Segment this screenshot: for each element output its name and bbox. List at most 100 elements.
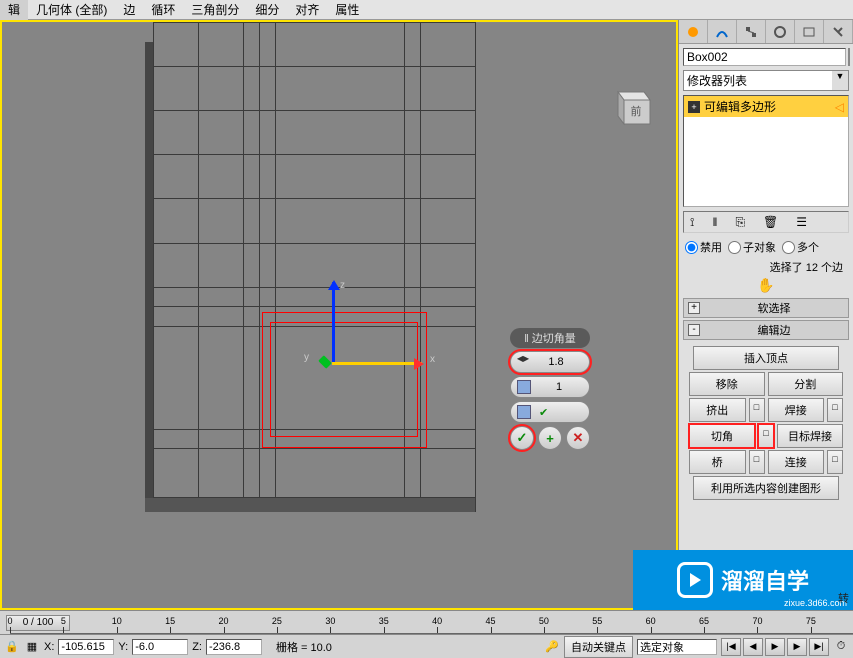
chamfer-segments-field[interactable]: 1: [510, 376, 590, 398]
object-color-swatch[interactable]: [848, 48, 850, 66]
insert-vertex-button[interactable]: 插入顶点: [693, 346, 839, 370]
bridge-settings-button[interactable]: □: [749, 450, 765, 474]
object-name-input[interactable]: [683, 48, 846, 66]
status-bar: 🔒 ▦ X: Y: Z: 栅格 = 10.0 🔑 自动关键点 |◀ ◀ ▶ ▶ …: [0, 634, 853, 658]
menu-triangulate[interactable]: 三角剖分: [183, 0, 247, 20]
rollout-soft-selection[interactable]: + 软选择: [683, 298, 849, 318]
timeline-ruler[interactable]: 051015202530354045505560657075: [10, 612, 853, 634]
command-panel: 修改器列表 ▼ + 可编辑多边形 ◁ ⟟ ‖ ⎘ 🗑 ☰ 禁用 子对象 多个 选…: [678, 20, 853, 610]
extrude-settings-button[interactable]: □: [749, 398, 765, 422]
menu-geometry[interactable]: 几何体 (全部): [28, 0, 115, 20]
stack-item-label: 可编辑多边形: [704, 98, 776, 115]
menu-subdivide[interactable]: 细分: [247, 0, 287, 20]
command-panel-tabs: [679, 20, 853, 44]
weld-button[interactable]: 焊接: [768, 398, 825, 422]
z-label: Z:: [192, 641, 202, 653]
key-icon[interactable]: 🔑: [544, 639, 560, 655]
view-cube[interactable]: 前: [606, 80, 656, 130]
next-frame-button[interactable]: ▶: [787, 638, 807, 656]
selection-lock-icon[interactable]: ▦: [24, 639, 40, 655]
watermark-text: 溜溜自学: [721, 564, 809, 596]
radio-subobject[interactable]: 子对象: [728, 239, 776, 255]
rotate-label: 转: [838, 590, 849, 606]
weld-settings-button[interactable]: □: [827, 398, 843, 422]
target-weld-button[interactable]: 目标焊接: [777, 424, 843, 448]
tab-motion[interactable]: [766, 20, 795, 43]
auto-key-button[interactable]: 自动关键点: [564, 636, 633, 658]
y-coord-input[interactable]: [132, 639, 188, 655]
split-button[interactable]: 分割: [768, 372, 844, 396]
viewport[interactable]: z x y 前 ‖ 边切角量 ◀▶ 1.8 1: [0, 20, 678, 610]
modifier-list-dropdown[interactable]: 修改器列表 ▼: [683, 70, 849, 91]
playback-controls: |◀ ◀ ▶ ▶ ▶|: [721, 638, 829, 656]
show-end-result-icon[interactable]: ‖: [712, 215, 717, 229]
goto-end-button[interactable]: ▶|: [809, 638, 829, 656]
time-config-icon[interactable]: ⏱: [833, 639, 849, 655]
y-label: Y:: [118, 641, 128, 653]
expand-icon[interactable]: +: [688, 101, 700, 113]
stack-item-vertex-icon[interactable]: ◁: [835, 100, 844, 114]
z-coord-input[interactable]: [206, 639, 262, 655]
chamfer-options-row[interactable]: ✔: [510, 401, 590, 423]
collapse-minus-icon: -: [688, 324, 700, 336]
modifier-stack[interactable]: + 可编辑多边形 ◁: [683, 95, 849, 207]
chamfer-button[interactable]: 切角: [689, 424, 755, 448]
selection-info: 选择了 12 个边: [685, 257, 847, 277]
remove-button[interactable]: 移除: [689, 372, 765, 396]
watermark: 溜溜自学 zixue.3d66.com: [633, 550, 853, 610]
goto-start-button[interactable]: |◀: [721, 638, 741, 656]
edge-selection-inner: [270, 322, 418, 437]
caddy-ok-button[interactable]: ✓: [510, 426, 534, 450]
tab-create[interactable]: [679, 20, 708, 43]
svg-text:前: 前: [631, 104, 642, 118]
prev-frame-button[interactable]: ◀: [743, 638, 763, 656]
tab-display[interactable]: [795, 20, 824, 43]
hand-cursor-icon: ✋: [685, 277, 847, 294]
top-menu: 辑 几何体 (全部) 边 循环 三角剖分 细分 对齐 属性: [0, 0, 853, 20]
make-unique-icon[interactable]: ⎘: [735, 215, 745, 230]
pin-stack-icon[interactable]: ⟟: [690, 215, 694, 230]
play-button[interactable]: ▶: [765, 638, 785, 656]
modifier-list-label: 修改器列表: [684, 71, 832, 90]
chamfer-caddy: ‖ 边切角量 ◀▶ 1.8 1 ✔ ✓ + ✕: [510, 328, 590, 450]
expand-plus-icon: +: [688, 302, 700, 314]
connect-button[interactable]: 连接: [768, 450, 825, 474]
tab-utilities[interactable]: [824, 20, 853, 43]
key-filter-input[interactable]: [637, 639, 717, 655]
caddy-apply-button[interactable]: +: [538, 426, 562, 450]
lock-icon[interactable]: 🔒: [4, 639, 20, 655]
menu-edit[interactable]: 辑: [0, 0, 28, 20]
create-shape-button[interactable]: 利用所选内容创建图形: [693, 476, 839, 500]
radio-disable[interactable]: 禁用: [685, 239, 722, 255]
watermark-logo-icon: [677, 562, 713, 598]
x-coord-input[interactable]: [58, 639, 114, 655]
connect-settings-button[interactable]: □: [827, 450, 843, 474]
stack-tools: ⟟ ‖ ⎘ 🗑 ☰: [683, 211, 849, 233]
menu-edge[interactable]: 边: [115, 0, 143, 20]
rollout-edit-edges[interactable]: - 编辑边: [683, 320, 849, 340]
chamfer-amount-value[interactable]: 1.8: [529, 356, 583, 368]
timeline[interactable]: 0 / 100 051015202530354045505560657075: [0, 610, 853, 634]
menu-align[interactable]: 对齐: [287, 0, 327, 20]
remove-modifier-icon[interactable]: 🗑: [763, 215, 778, 229]
radio-multiple[interactable]: 多个: [782, 239, 819, 255]
chamfer-amount-field[interactable]: ◀▶ 1.8: [510, 351, 590, 373]
grid-label: 栅格 = 10.0: [276, 639, 332, 655]
chamfer-segments-value[interactable]: 1: [535, 381, 583, 393]
segments-icon: [517, 380, 531, 394]
tab-modify[interactable]: [708, 20, 737, 43]
configure-icon[interactable]: ☰: [796, 215, 807, 229]
option-check-icon[interactable]: ✔: [539, 406, 548, 419]
spinner-icon[interactable]: ◀▶: [517, 355, 529, 369]
stack-item-editable-poly[interactable]: + 可编辑多边形 ◁: [684, 96, 848, 117]
bridge-button[interactable]: 桥: [689, 450, 746, 474]
option-a-icon[interactable]: [517, 405, 531, 419]
caddy-cancel-button[interactable]: ✕: [566, 426, 590, 450]
extrude-button[interactable]: 挤出: [689, 398, 746, 422]
tab-hierarchy[interactable]: [737, 20, 766, 43]
chamfer-settings-button[interactable]: □: [758, 424, 774, 448]
x-label: X:: [44, 641, 54, 653]
chevron-down-icon: ▼: [832, 71, 848, 90]
menu-properties[interactable]: 属性: [327, 0, 367, 20]
menu-loop[interactable]: 循环: [143, 0, 183, 20]
